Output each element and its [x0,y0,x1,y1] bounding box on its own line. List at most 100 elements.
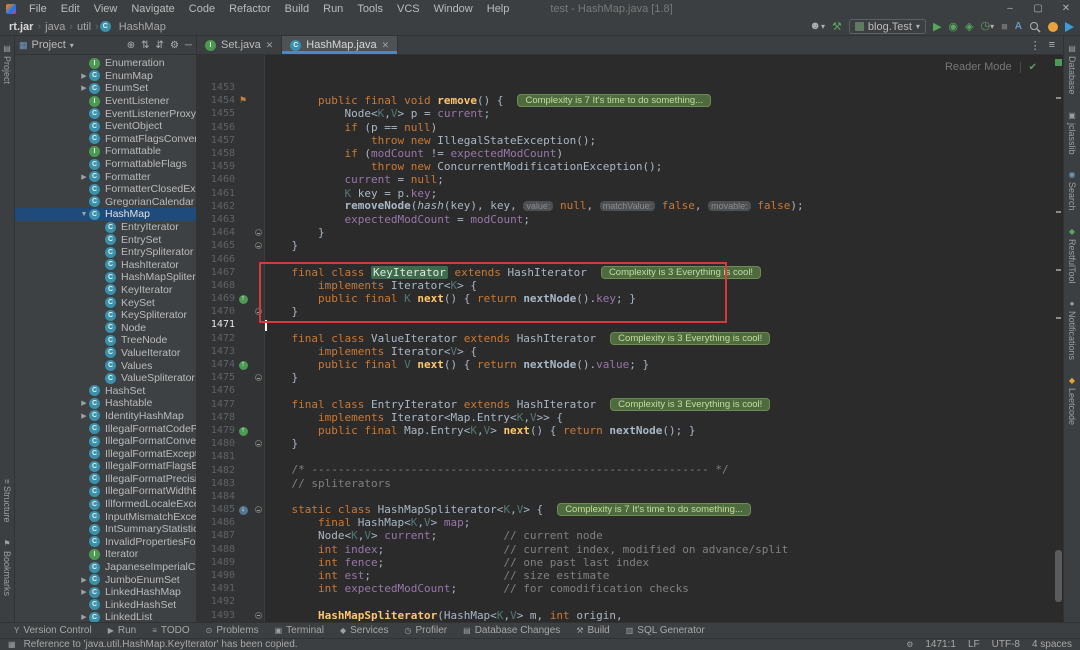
code-line[interactable]: 1475 } [197,371,1063,384]
toolwindow-problems[interactable]: ⊙ Problems [206,625,259,636]
code-line[interactable]: 1490 int est; // size estimate [197,569,1063,582]
tree-expand-icon[interactable]: ▶ [79,613,89,621]
menu-navigate[interactable]: Navigate [124,3,181,15]
reader-mode-toggle[interactable]: Reader Mode ✔ [945,61,1037,73]
tree-item[interactable]: I EventListener [15,95,196,108]
code-line[interactable]: 1459 throw new ConcurrentModificationExc… [197,160,1063,173]
fold-marker-icon[interactable] [254,440,262,448]
sidebar-item-jclasslib[interactable]: ▣ jclasslib [1067,111,1077,155]
code-line[interactable]: 1477 final class EntryIterator extends H… [197,398,1063,411]
tab-close-icon[interactable]: ✕ [382,40,390,51]
tree-expand-icon[interactable]: ▶ [79,173,89,181]
tree-item[interactable]: C FormatterClosedExceptio [15,183,196,196]
code-line[interactable]: 1478 implements Iterator<Map.Entry<K,V>>… [197,411,1063,424]
code-line[interactable]: 1461 K key = p.key; [197,187,1063,200]
fold-marker-icon[interactable] [254,611,262,619]
scrollbar-thumb[interactable] [1055,550,1062,602]
run-configuration-select[interactable]: blog.Test ▾ [848,19,926,34]
tree-expand-icon[interactable]: ▼ [79,211,89,218]
code-line[interactable]: 1487 Node<K,V> current; // current node [197,529,1063,542]
code-line[interactable]: 1457 throw new IllegalStateException(); [197,134,1063,147]
code-line[interactable]: 1476 [197,384,1063,397]
menu-tools[interactable]: Tools [350,3,390,15]
code-line[interactable]: 1488 int index; // current index, modifi… [197,543,1063,556]
toolwindow-terminal[interactable]: ▣ Terminal [275,625,324,636]
toolwindow-todo[interactable]: ≡ TODO [152,625,189,636]
editor-scrollbar[interactable] [1053,55,1063,622]
toolwindow-version-control[interactable]: Y Version Control [14,625,92,636]
tree-item[interactable]: ▶ C JumboEnumSet [15,573,196,586]
code-line[interactable]: 1456 if (p == null) [197,121,1063,134]
plugin-codota-icon[interactable] [1048,21,1058,32]
tree-expand-icon[interactable]: ▶ [79,399,89,407]
tree-item[interactable]: C ValueSpliterator [15,372,196,385]
fold-marker-icon[interactable] [254,242,262,250]
toolwindow-build[interactable]: ⚒ Build [576,625,609,636]
code-line[interactable]: 1465 } [197,239,1063,252]
run-button[interactable]: ▶ [933,19,941,35]
override-icon[interactable]: ↑ [238,426,248,436]
tool-window-switcher-icon[interactable]: ▦ [8,640,16,649]
toolwindow-database-changes[interactable]: ▤ Database Changes [463,625,560,636]
tree-item[interactable]: ▶ C IdentityHashMap [15,410,196,423]
code-line[interactable]: 1471 [197,318,1063,331]
sidebar-item-bookmarks[interactable]: ⚑ Bookmarks [2,539,12,596]
close-button[interactable]: ✕ [1052,0,1080,18]
tree-item[interactable]: ▶ C EnumMap [15,70,196,83]
line-separator[interactable]: LF [968,639,980,650]
tree-item[interactable]: C KeySet [15,296,196,309]
tree-item[interactable]: C EntryIterator [15,221,196,234]
tree-item[interactable]: C KeyIterator [15,284,196,297]
breadcrumb-item[interactable]: util [74,21,94,33]
error-stripe-mark[interactable] [1056,97,1061,99]
code-line[interactable]: 1470 } [197,305,1063,318]
chevron-down-icon[interactable]: ▾ [70,41,74,50]
code-line[interactable]: 1479 ↑ public final Map.Entry<K,V> next()… [197,424,1063,437]
code-line[interactable]: 1485 ↓ static class HashMapSpliterator<K,… [197,503,1063,517]
build-hammer-icon[interactable]: ⚒ [832,19,842,35]
tree-item[interactable]: C GregorianCalendar [15,196,196,209]
code-line[interactable]: 1464 } [197,226,1063,239]
menu-help[interactable]: Help [480,3,517,15]
tab-set-java[interactable]: I Set.java ✕ [197,36,283,54]
code-line[interactable]: 1483 // spliterators [197,477,1063,490]
profiler-button[interactable]: ◷▾ [980,18,994,35]
tree-item[interactable]: C EntrySet [15,233,196,246]
settings-icon[interactable]: ⚙ [170,40,179,51]
fold-marker-icon[interactable] [254,374,262,382]
code-line[interactable]: 1492 [197,595,1063,608]
locate-icon[interactable]: ⊕ [127,40,135,51]
code-line[interactable]: 1458 if (modCount != expectedModCount) [197,147,1063,160]
tree-item[interactable]: C Node [15,321,196,334]
sidebar-item-search[interactable]: ◉ Search [1067,170,1077,211]
ide-settings-icon[interactable]: ⚙ [906,640,913,649]
code-editor[interactable]: Reader Mode ✔ 1453 1454 ⚑ public final voi… [197,55,1063,622]
tree-item[interactable]: C LinkedHashSet [15,599,196,612]
toolwindow-profiler[interactable]: ◷ Profiler [404,625,447,636]
tree-item[interactable]: C HashIterator [15,259,196,272]
translate-icon[interactable]: A [1015,19,1022,35]
tree-item[interactable]: C IllegalFormatException [15,447,196,460]
tree-item[interactable]: C JapaneseImperialCalenda [15,561,196,574]
expand-all-icon[interactable]: ⇅ [141,40,149,51]
code-line[interactable]: 1460 current = null; [197,173,1063,186]
collapse-all-icon[interactable]: ⇵ [156,40,164,51]
code-line[interactable]: 1484 [197,490,1063,503]
code-line[interactable]: 1469 ↑ public final K next() { return nex… [197,292,1063,305]
user-account-icon[interactable]: ☻▾ [809,18,825,35]
code-line[interactable]: 1480 } [197,437,1063,450]
tree-item[interactable]: C FormattableFlags [15,158,196,171]
menu-window[interactable]: Window [427,3,480,15]
tree-item[interactable]: C IllegalFormatCodePointE [15,422,196,435]
tree-item[interactable]: I Iterator [15,548,196,561]
breadcrumb-item[interactable]: HashMap [116,21,169,33]
tree-item[interactable]: C IllegalFormatWidthExcep [15,485,196,498]
toolwindow-sql-generator[interactable]: ▥ SQL Generator [626,625,705,636]
debug-button[interactable]: ◉ [948,19,958,35]
fold-marker-icon[interactable] [254,229,262,237]
menu-code[interactable]: Code [182,3,222,15]
hide-panel-icon[interactable]: ─ [185,40,192,51]
tree-item[interactable]: C InputMismatchException [15,510,196,523]
menu-run[interactable]: Run [316,3,350,15]
tree-item[interactable]: C ValueIterator [15,347,196,360]
